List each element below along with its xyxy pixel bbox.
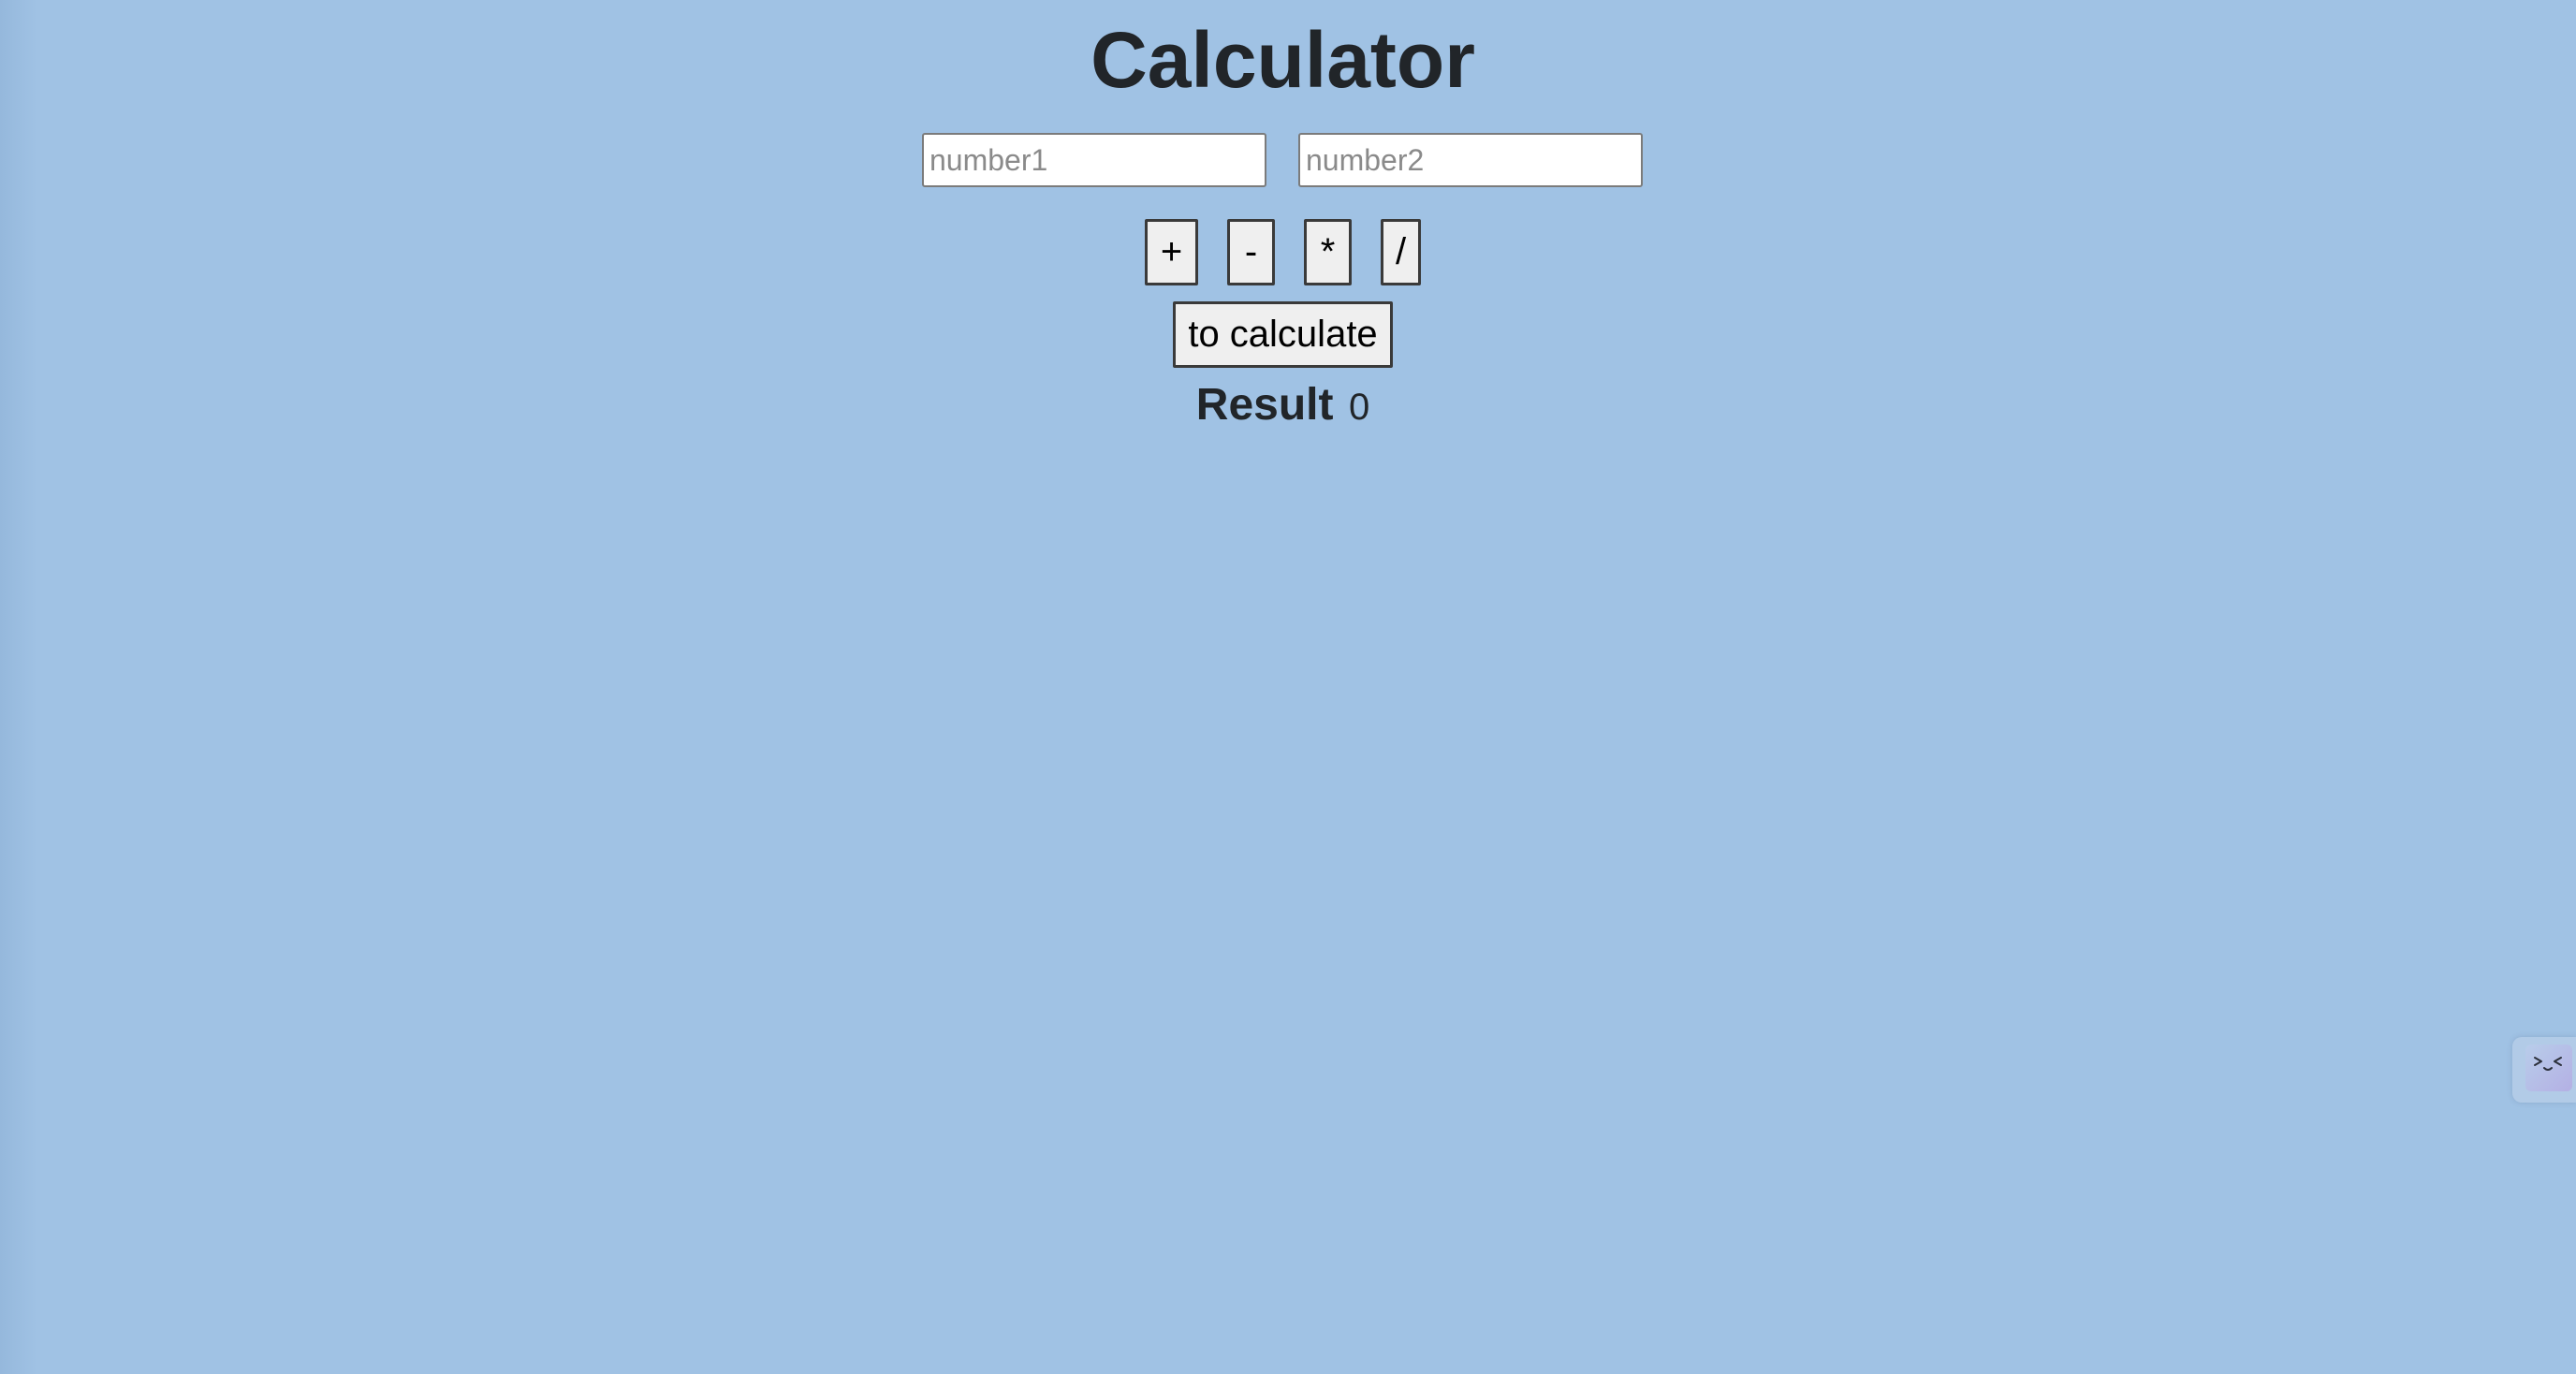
add-operator-button[interactable]: + <box>1145 219 1198 285</box>
divide-operator-button[interactable]: / <box>1381 219 1421 285</box>
subtract-operator-button[interactable]: - <box>1227 219 1275 285</box>
number2-input[interactable] <box>1298 133 1643 187</box>
result-label: Result <box>1195 380 1334 430</box>
face-emoticon-icon <box>2525 1045 2572 1091</box>
face-emoticon-glyph <box>2534 1057 2562 1071</box>
calculator-page: Calculator + - * / to calculate Result 0 <box>0 0 2576 1374</box>
page-title: Calculator <box>1090 16 1475 104</box>
result-row: Result 0 <box>0 373 2566 448</box>
number1-input[interactable] <box>922 133 1266 187</box>
result-value: 0 <box>1348 387 1370 428</box>
calculate-button[interactable]: to calculate <box>1173 301 1393 368</box>
side-widget-tab[interactable] <box>2512 1037 2576 1103</box>
multiply-operator-button[interactable]: * <box>1304 219 1352 285</box>
